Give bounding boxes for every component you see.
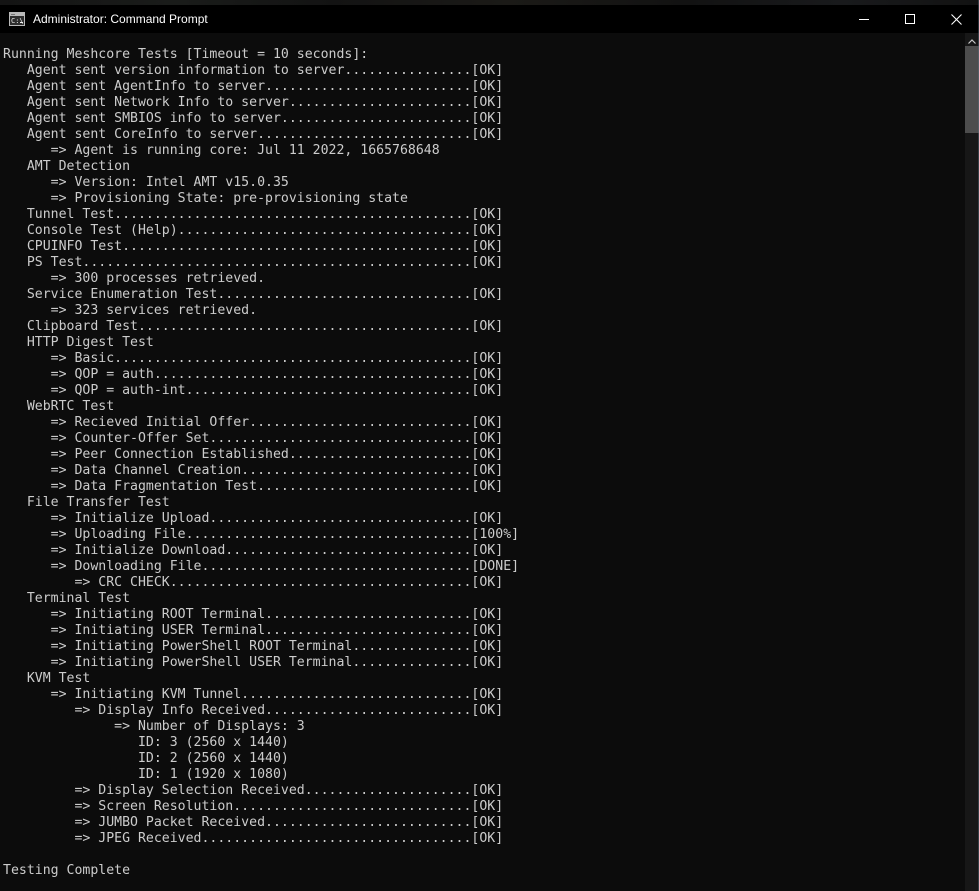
scrollbar-thumb[interactable] [965, 46, 979, 133]
close-icon [951, 14, 962, 25]
window-title: Administrator: Command Prompt [33, 12, 208, 26]
console-output: Running Meshcore Tests [Timeout = 10 sec… [3, 47, 965, 879]
svg-text:C:\: C:\ [11, 17, 24, 25]
titlebar[interactable]: C:\ Administrator: Command Prompt [0, 5, 979, 33]
vertical-scrollbar[interactable] [965, 33, 979, 891]
cmd-prompt-icon[interactable]: C:\ [9, 11, 25, 27]
terminal-viewport[interactable]: Running Meshcore Tests [Timeout = 10 sec… [0, 33, 965, 891]
minimize-button[interactable] [841, 5, 887, 33]
maximize-icon [905, 14, 915, 24]
close-button[interactable] [933, 5, 979, 33]
minimize-icon [859, 19, 869, 20]
chevron-up-icon [968, 39, 976, 44]
command-prompt-window: C:\ Administrator: Command Prompt Runnin… [0, 0, 979, 891]
maximize-button[interactable] [887, 5, 933, 33]
